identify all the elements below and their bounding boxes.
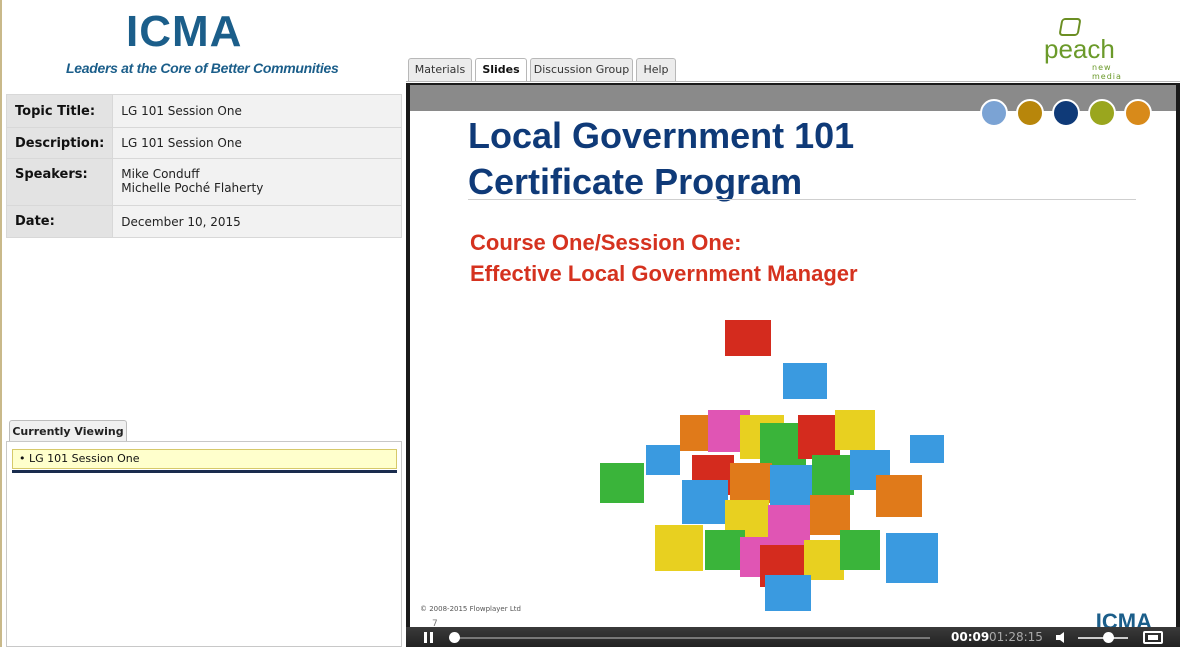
total-duration: 01:28:15 <box>989 630 1043 644</box>
video-player[interactable]: Local Government 101 Certificate Program… <box>406 83 1180 647</box>
speaker-name: Michelle Poché Flaherty <box>121 181 264 195</box>
speakers-row: Speakers: Mike Conduff Michelle Poché Fl… <box>5 158 402 206</box>
colored-cubes-illustration <box>600 320 944 611</box>
peach-new-media-logo: peach new media <box>1040 18 1140 81</box>
cube-cluster <box>600 320 944 611</box>
flowplayer-copyright: © 2008-2015 Flowplayer Ltd <box>420 605 521 613</box>
slide-title: Local Government 101 Certificate Program <box>468 113 854 205</box>
decorative-dot <box>1124 99 1152 127</box>
peach-logo-word: peach <box>1044 34 1115 64</box>
volume-handle[interactable] <box>1103 632 1114 643</box>
speakers-label: Speakers: <box>5 158 114 206</box>
description-label: Description: <box>5 127 114 159</box>
decorative-dot <box>1052 99 1080 127</box>
currently-viewing-divider <box>12 470 397 473</box>
description-value: LG 101 Session One <box>112 127 402 159</box>
topic-title-row: Topic Title: LG 101 Session One <box>5 94 402 128</box>
tab-slides[interactable]: Slides <box>475 58 527 82</box>
icma-logo: ICMA Leaders at the Core of Better Commu… <box>66 7 339 78</box>
decorative-dot <box>980 99 1008 127</box>
topic-title-label: Topic Title: <box>5 94 114 128</box>
slide-title-line: Local Government 101 <box>468 115 855 156</box>
slide-subtitle-line: Course One/Session One: <box>470 230 742 255</box>
currently-viewing-panel: • LG 101 Session One <box>6 441 402 647</box>
slide-divider <box>468 199 1136 200</box>
page-frame-border <box>0 0 2 647</box>
tab-discussion-group[interactable]: Discussion Group <box>530 58 633 81</box>
topic-title-value: LG 101 Session One <box>112 94 402 128</box>
peach-logo-subtitle: new media <box>1092 63 1122 81</box>
tabs-baseline <box>406 81 1180 82</box>
presentation-slide: Local Government 101 Certificate Program… <box>410 85 1176 629</box>
date-row: Date: December 10, 2015 <box>5 205 402 238</box>
slide-subtitle-line: Effective Local Government Manager <box>470 261 858 286</box>
icma-logo-mark: ICMA <box>126 7 243 56</box>
pause-icon[interactable] <box>424 632 433 643</box>
speakers-value: Mike Conduff Michelle Poché Flaherty <box>112 158 402 206</box>
slide-icma-logo: ICMA <box>1095 609 1152 629</box>
tab-materials[interactable]: Materials <box>408 58 472 81</box>
icma-tagline: Leaders at the Core of Better Communitie… <box>66 60 339 76</box>
decorative-dot <box>1088 99 1116 127</box>
player-control-bar: 00:09 01:28:15 <box>406 627 1180 647</box>
currently-viewing-item[interactable]: • LG 101 Session One <box>12 449 397 469</box>
slide-color-dots <box>980 99 1152 127</box>
decorative-dot <box>1016 99 1044 127</box>
slide-subtitle: Course One/Session One: Effective Local … <box>470 227 858 289</box>
fullscreen-icon[interactable] <box>1143 631 1163 644</box>
speaker-name: Mike Conduff <box>121 167 200 181</box>
seek-handle[interactable] <box>448 632 460 643</box>
description-row: Description: LG 101 Session One <box>5 127 402 159</box>
current-time: 00:09 <box>951 630 990 644</box>
volume-icon[interactable] <box>1056 632 1068 643</box>
date-value: December 10, 2015 <box>112 205 402 238</box>
seek-bar[interactable] <box>452 637 930 639</box>
session-info-table: Topic Title: LG 101 Session One Descript… <box>5 94 402 238</box>
tab-help[interactable]: Help <box>636 58 676 81</box>
date-label: Date: <box>5 205 114 238</box>
tab-currently-viewing[interactable]: Currently Viewing <box>9 420 127 442</box>
